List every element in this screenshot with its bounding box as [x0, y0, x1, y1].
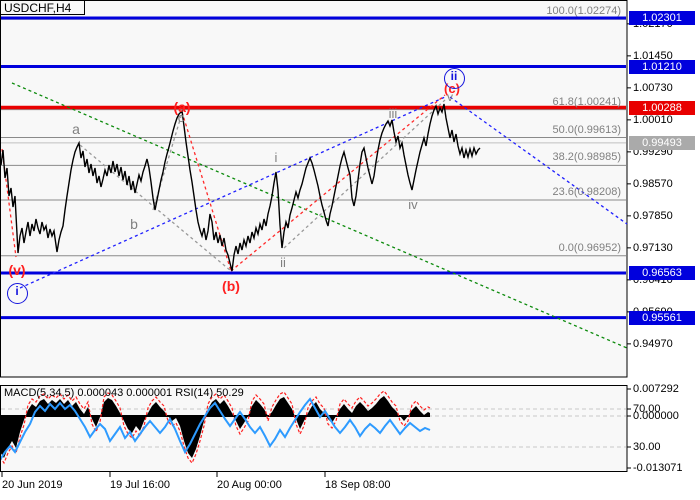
chart-window: USDCHF,H4 MACD(5,34,5) 0.000043 0.000001…	[0, 0, 700, 500]
main-chart-panel[interactable]	[1, 1, 628, 378]
chart-canvas[interactable]	[0, 0, 700, 500]
